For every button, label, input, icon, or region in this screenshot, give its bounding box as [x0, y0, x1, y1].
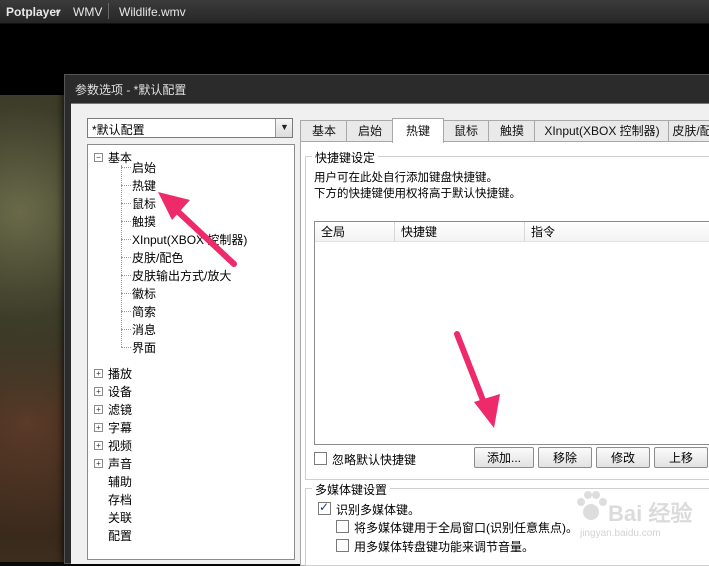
watermark: Bai 经验 jingyan.baidu.com [560, 484, 705, 558]
tab-hotkeys[interactable]: 热键 [392, 118, 444, 143]
paw-logo-icon [577, 491, 607, 520]
arrow-to-hotkeys [158, 192, 237, 267]
watermark-text: Bai 经验 [608, 501, 693, 526]
arrow-to-add-button [454, 331, 500, 428]
watermark-url: jingyan.baidu.com [580, 528, 661, 539]
annotation-arrows [158, 192, 500, 428]
